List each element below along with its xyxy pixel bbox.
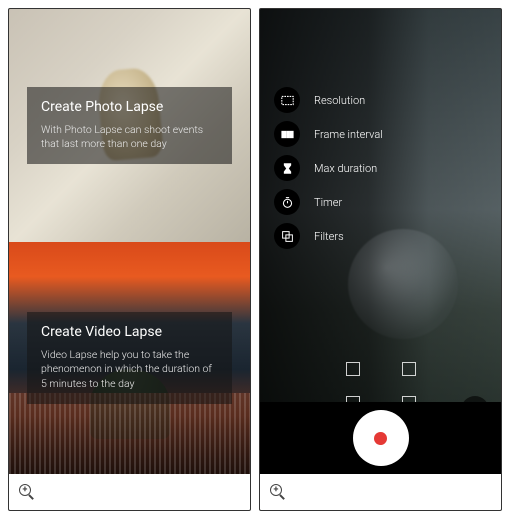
video-lapse-overlay: Create Video Lapse Video Lapse help you … [27, 312, 232, 404]
right-footer: + [260, 474, 501, 510]
settings-label: Timer [314, 196, 342, 209]
video-lapse-desc: Video Lapse help you to take the phenome… [41, 348, 218, 392]
settings-item-frame-interval[interactable]: Frame interval [274, 121, 383, 147]
frame-interval-icon [274, 121, 300, 147]
settings-item-max-duration[interactable]: Max duration [274, 155, 383, 181]
resolution-icon [274, 87, 300, 113]
photo-lapse-title: Create Photo Lapse [41, 99, 218, 115]
zoom-in-icon[interactable]: + [268, 482, 288, 502]
settings-label: Filters [314, 230, 344, 243]
video-lapse-title: Create Video Lapse [41, 324, 218, 340]
filters-icon [274, 223, 300, 249]
settings-item-timer[interactable]: Timer [274, 189, 383, 215]
settings-label: Frame interval [314, 128, 383, 141]
photo-lapse-overlay: Create Photo Lapse With Photo Lapse can … [27, 87, 232, 164]
settings-list: Resolution Frame interval Max duration T… [274, 87, 383, 249]
settings-item-filters[interactable]: Filters [274, 223, 383, 249]
hourglass-icon [274, 155, 300, 181]
left-footer: + [9, 474, 250, 510]
zoom-in-icon[interactable]: + [17, 482, 37, 502]
record-button[interactable] [353, 410, 409, 466]
timer-icon [274, 189, 300, 215]
record-bar [260, 402, 501, 474]
camera-screen: Resolution Frame interval Max duration T… [259, 8, 502, 511]
photo-lapse-desc: With Photo Lapse can shoot events that l… [41, 123, 218, 152]
video-lapse-card[interactable]: Create Video Lapse Video Lapse help you … [9, 242, 250, 475]
mode-select-screen: Create Photo Lapse With Photo Lapse can … [8, 8, 251, 511]
settings-label: Max duration [314, 162, 377, 175]
settings-label: Resolution [314, 94, 365, 107]
settings-item-resolution[interactable]: Resolution [274, 87, 383, 113]
photo-lapse-card[interactable]: Create Photo Lapse With Photo Lapse can … [9, 9, 250, 242]
